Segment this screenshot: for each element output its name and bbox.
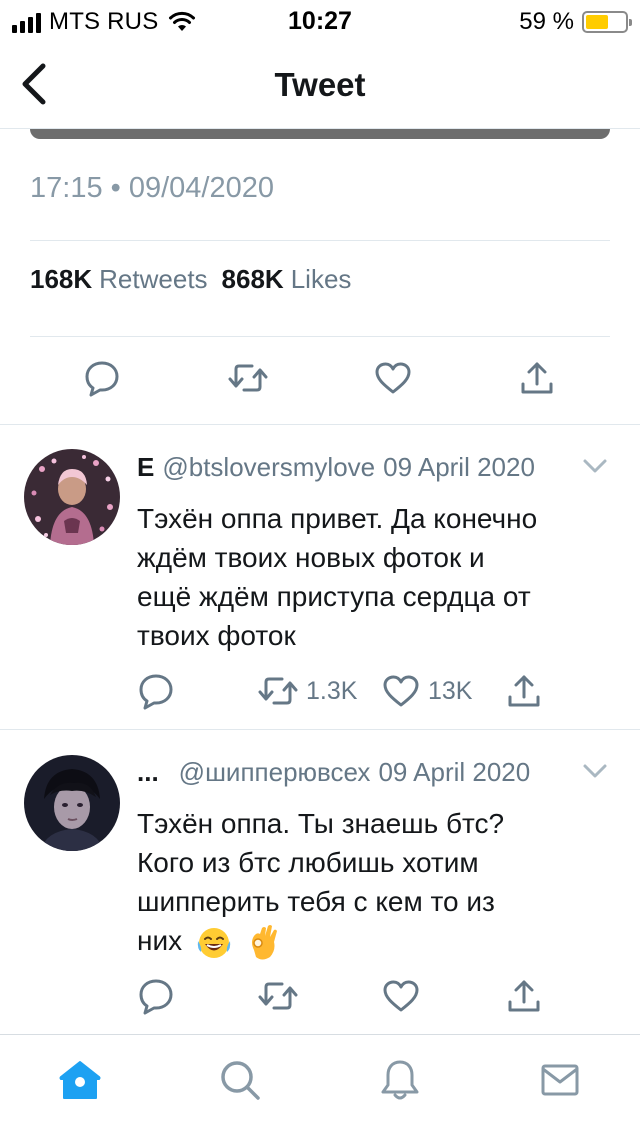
divider [30,336,610,337]
retweet-icon [258,982,298,1010]
chevron-down-icon [583,459,607,473]
reply-text: Тэхён оппа. Ты знаешь бтс? Кого из бтс л… [137,804,617,962]
retweets-stat[interactable]: 168K Retweets [30,264,208,295]
reply-text-line: твоих фоток [137,620,296,651]
like-button[interactable]: 13K [382,669,472,713]
divider [30,240,610,241]
retweet-button[interactable] [258,974,298,1018]
like-count: 13K [428,676,473,705]
reply-text-line-with-emoji: них [137,921,617,962]
section-divider [0,729,640,730]
tweet-media[interactable] [30,129,610,139]
tab-bar-divider [0,1034,640,1035]
reply-author-handle[interactable]: @шипперювсех [179,757,371,788]
tweet-detail-screen: MTS RUS 10:27 59 % Tweet 17:15 • 09/04/2… [0,0,640,1136]
section-divider [0,424,640,425]
reply-header: E @btsloversmylove 09 April 2020 [137,452,535,483]
tweet-actions [0,356,640,406]
avatar[interactable] [24,449,120,545]
retweet-icon [258,677,298,705]
messages-icon [541,1064,579,1096]
reply-author-name[interactable]: ... [137,757,159,788]
retweet-button[interactable]: 1.3K [258,669,357,713]
home-icon [59,1061,101,1099]
reply-text-line: ждём твоих новых фоток и [137,542,485,573]
likes-label: Likes [290,264,352,294]
reply-text: Тэхён оппа привет. Да конечно ждём твоих… [137,499,617,655]
reply-button[interactable] [83,356,121,400]
tab-home[interactable] [50,1050,110,1110]
tab-search[interactable] [210,1050,270,1110]
like-button[interactable] [374,356,412,400]
reply-header: ... @шипперювсех 09 April 2020 [137,757,530,788]
reply-text-line: Тэхён оппа. Ты знаешь бтс? [137,808,505,839]
reply-button[interactable] [137,669,175,713]
reply-text-line: них [137,925,183,956]
reply-text-line: Кого из бтс любишь хотим [137,847,479,878]
battery-icon [582,11,632,33]
reply-actions: 1.3K 13K [0,669,640,719]
reply-actions [0,974,640,1024]
tab-messages[interactable] [530,1050,590,1110]
reply-text-line: шипперить тебя с кем то из [137,886,495,917]
retweets-count: 168K [30,264,93,294]
tab-bar [0,1034,640,1136]
heart-icon [383,675,419,707]
search-icon [221,1061,260,1100]
page-title: Tweet [274,66,366,103]
heart-icon [383,980,419,1012]
notifications-icon [381,1060,419,1100]
likes-stat[interactable]: 868K Likes [222,264,352,295]
reply-text-line: ещё ждём приступа сердца от [137,581,531,612]
reply-button[interactable] [137,974,175,1018]
heart-icon [375,362,411,394]
tweet-stats: 168K Retweets 868K Likes [30,264,351,295]
nav-header: Tweet [0,42,640,129]
share-icon [521,362,553,394]
share-button[interactable] [507,974,541,1018]
share-button[interactable] [520,356,554,400]
tab-notifications[interactable] [370,1050,430,1110]
status-bar: MTS RUS 10:27 59 % [0,0,640,40]
like-button[interactable] [382,974,420,1018]
share-button[interactable] [507,669,541,713]
share-icon [508,980,540,1012]
retweets-label: Retweets [99,264,208,294]
reply-icon [139,674,173,710]
battery-level [586,15,609,29]
retweet-count: 1.3K [306,676,358,705]
reply-author-name[interactable]: E [137,452,154,483]
reply-date: 09 April 2020 [383,452,535,482]
status-right: 59 % [519,8,632,36]
tweet-timestamp: 17:15 • 09/04/2020 [30,172,274,204]
retweet-button[interactable] [228,356,268,400]
reply-text-line: Тэхён оппа привет. Да конечно [137,503,538,534]
likes-count: 868K [221,264,284,294]
reply-author-handle[interactable]: @btsloversmylove [162,452,375,483]
reply-menu-button[interactable] [582,458,608,479]
reply-date: 09 April 2020 [378,757,531,787]
reply-icon [85,361,119,397]
reply-icon [139,979,173,1015]
avatar[interactable] [24,755,120,851]
battery-percent: 59 % [519,8,574,35]
reply-menu-button[interactable] [582,763,608,784]
chevron-down-icon [583,764,607,778]
share-icon [508,675,540,707]
face-with-tears-of-joy-icon [197,927,231,958]
retweet-icon [228,364,268,392]
ok-hand-icon [251,924,277,960]
